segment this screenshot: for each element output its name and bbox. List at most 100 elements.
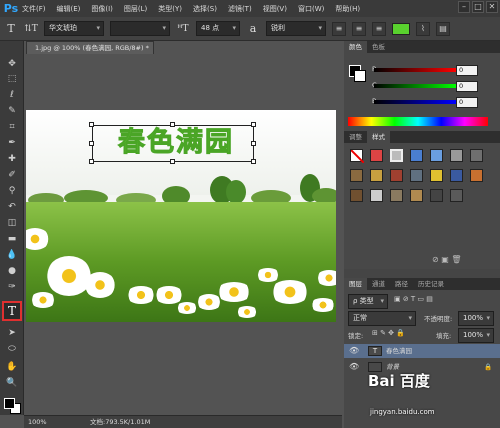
document-canvas[interactable]: 春色满园 [26,110,336,322]
opacity-input[interactable]: 100% [458,311,494,326]
style-swatch[interactable] [430,149,443,162]
ellipse-tool-icon[interactable]: ⬭ [4,342,20,356]
tab-swatches[interactable]: 色板 [367,41,390,53]
menu-edit[interactable]: 编辑(E) [57,4,81,14]
layer-filter-icons[interactable]: ▣ ⊘ T ▭ ▤ [394,295,433,303]
text-bounding-box[interactable] [92,125,254,162]
style-swatch[interactable] [410,189,423,202]
style-swatch[interactable] [390,149,403,162]
warp-text-icon[interactable]: ⌇ [416,21,430,36]
healing-brush-tool-icon[interactable]: ✚ [4,152,20,166]
blur-tool-icon[interactable]: 💧 [4,248,20,262]
font-family-select[interactable]: 华文琥珀 [44,21,104,36]
anti-alias-select[interactable]: 锐利 [266,21,326,36]
align-right-icon[interactable]: ≡ [372,21,386,36]
style-swatch[interactable] [470,169,483,182]
menu-filter[interactable]: 滤镜(T) [228,4,252,14]
document-tab[interactable]: 1.jpg @ 100% (春色满园, RGB/8#) * [26,41,154,54]
style-swatch[interactable] [430,169,443,182]
transform-handle[interactable] [170,122,175,127]
zoom-level[interactable]: 100% [28,416,47,428]
style-swatch[interactable] [450,189,463,202]
menu-file[interactable]: 文件(F) [22,4,46,14]
move-tool-icon[interactable]: ✥ [4,57,20,71]
channel-b-slider[interactable] [374,100,456,104]
menu-help[interactable]: 帮助(H) [335,4,360,14]
character-panel-icon[interactable]: ▤ [436,21,450,36]
tab-color[interactable]: 颜色 [344,41,367,53]
channel-g-value[interactable]: 0 [456,81,478,92]
eyedropper-tool-icon[interactable]: ✒ [4,136,20,150]
style-swatch[interactable] [430,189,443,202]
eraser-tool-icon[interactable]: ◫ [4,216,20,230]
clone-stamp-tool-icon[interactable]: ⚲ [4,184,20,198]
type-tool-icon[interactable]: T [4,22,18,35]
transform-handle[interactable] [251,159,256,164]
style-swatch[interactable] [450,149,463,162]
layer-filter-select[interactable]: ρ 类型 [348,294,388,309]
style-swatch[interactable] [450,169,463,182]
quick-select-tool-icon[interactable]: ✎ [4,104,20,118]
color-bg-swatch[interactable] [354,70,366,82]
tab-adjustments[interactable]: 调整 [344,131,367,143]
align-left-icon[interactable]: ≡ [332,21,346,36]
transform-handle[interactable] [170,159,175,164]
channel-r-value[interactable]: 0 [456,65,478,76]
dodge-tool-icon[interactable]: ● [4,264,20,278]
menu-image[interactable]: 图像(I) [91,4,113,14]
menu-layer[interactable]: 图层(L) [124,4,147,14]
tab-channels[interactable]: 通道 [367,278,390,290]
style-swatch[interactable] [470,149,483,162]
transform-handle[interactable] [251,122,256,127]
layer-row-text[interactable]: 👁 T 春色满园 [344,344,500,358]
foreground-color-swatch[interactable] [4,398,15,409]
fill-input[interactable]: 100% [458,328,494,343]
brush-tool-icon[interactable]: ✐ [4,168,20,182]
zoom-tool-icon[interactable]: 🔍 [4,376,20,390]
pen-tool-icon[interactable]: ✑ [4,280,20,294]
style-swatch[interactable] [350,169,363,182]
color-spectrum-bar[interactable] [348,117,488,126]
tab-layers[interactable]: 图层 [344,278,367,290]
tab-paths[interactable]: 路径 [390,278,413,290]
align-center-icon[interactable]: ≡ [352,21,366,36]
path-select-tool-icon[interactable]: ➤ [4,326,20,340]
close-button[interactable]: ✕ [486,1,498,13]
crop-tool-icon[interactable]: ⌗ [4,120,20,134]
tab-styles[interactable]: 样式 [367,131,390,143]
layer-name[interactable]: 春色满园 [386,344,412,358]
tab-history[interactable]: 历史记录 [413,278,449,290]
font-size-select[interactable]: 48 点 [196,21,240,36]
transform-handle[interactable] [251,141,256,146]
style-swatch[interactable] [370,149,383,162]
style-swatch[interactable] [410,169,423,182]
eye-icon[interactable]: 👁 [349,360,359,374]
menu-type[interactable]: 类型(Y) [158,4,182,14]
style-swatch[interactable] [390,169,403,182]
style-swatch[interactable] [370,169,383,182]
font-style-select[interactable] [110,21,170,36]
style-swatch[interactable] [410,149,423,162]
eye-icon[interactable]: 👁 [349,344,359,358]
history-brush-tool-icon[interactable]: ↶ [4,200,20,214]
menu-view[interactable]: 视图(V) [263,4,287,14]
maximize-button[interactable]: □ [472,1,484,13]
style-swatch[interactable] [390,189,403,202]
style-swatch[interactable] [370,189,383,202]
text-color-swatch[interactable] [392,22,410,35]
channel-b-value[interactable]: 0 [456,97,478,108]
text-orientation-icon[interactable]: ⇅T [24,24,38,34]
channel-r-slider[interactable] [374,68,456,72]
menu-select[interactable]: 选择(S) [193,4,217,14]
marquee-tool-icon[interactable]: ⬚ [4,72,20,86]
menu-window[interactable]: 窗口(W) [298,4,324,14]
gradient-tool-icon[interactable]: ▬ [4,232,20,246]
style-swatch[interactable] [350,149,365,164]
blend-mode-select[interactable]: 正常 [348,311,416,326]
transform-handle[interactable] [89,159,94,164]
minimize-button[interactable]: – [458,1,470,13]
hand-tool-icon[interactable]: ✋ [4,360,20,374]
channel-g-slider[interactable] [374,84,456,88]
style-swatch[interactable] [350,189,363,202]
lasso-tool-icon[interactable]: ℓ [4,88,20,102]
